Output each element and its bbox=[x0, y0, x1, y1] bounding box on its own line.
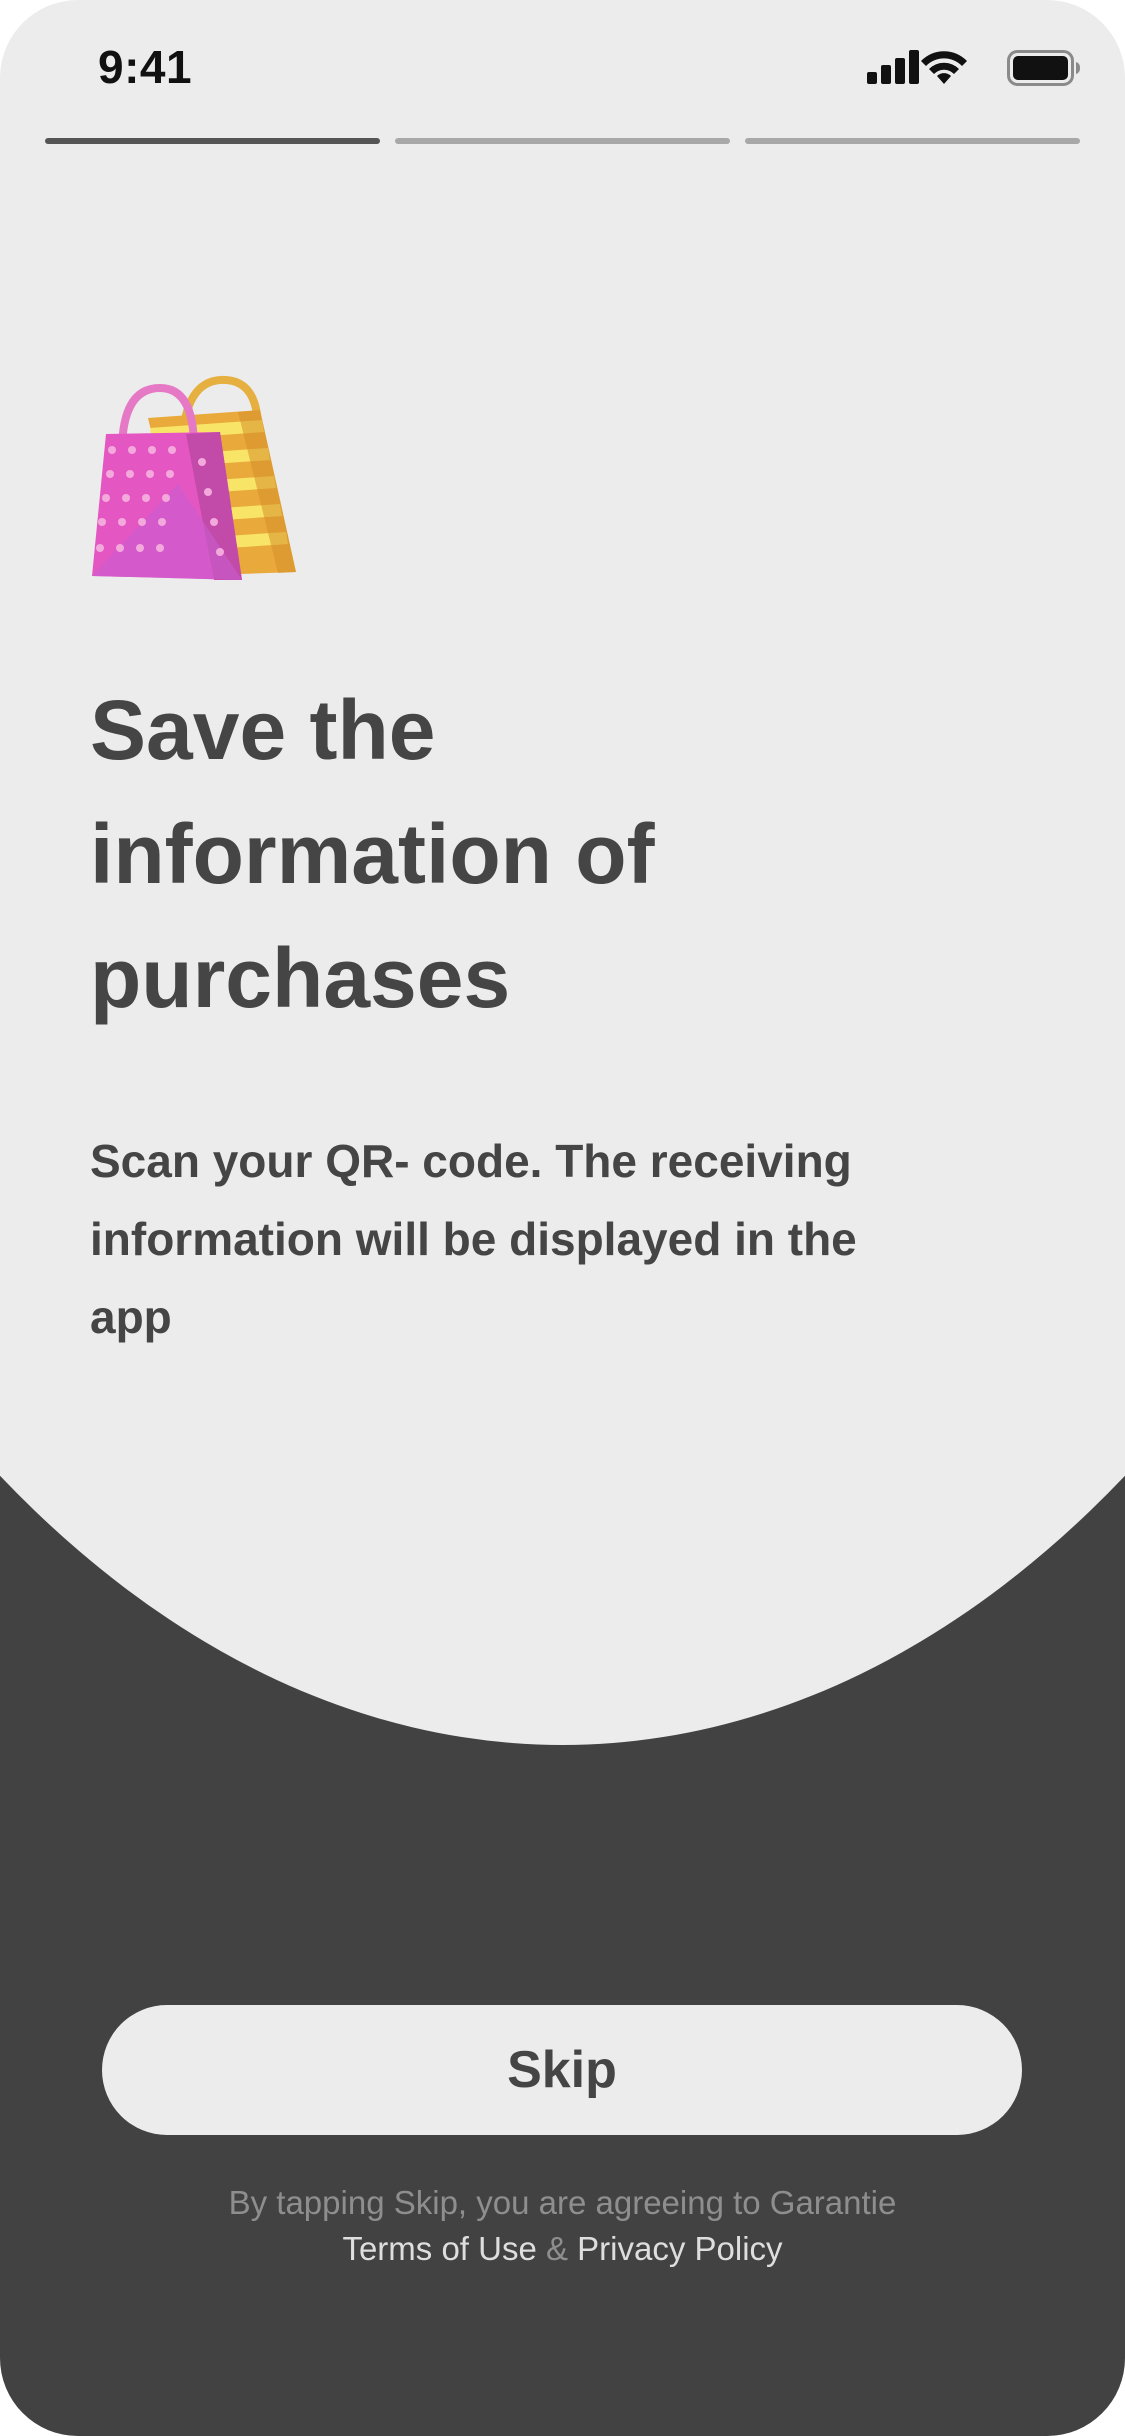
onboarding-progress bbox=[45, 138, 1080, 144]
progress-step-3 bbox=[745, 138, 1080, 144]
legal-links: Terms of Use & Privacy Policy bbox=[0, 2226, 1125, 2272]
wifi-icon bbox=[921, 51, 967, 84]
status-time: 9:41 bbox=[98, 41, 193, 93]
progress-step-2 bbox=[395, 138, 730, 144]
shopping-bags-icon bbox=[88, 372, 300, 584]
battery-icon bbox=[1007, 50, 1080, 86]
terms-of-use-link[interactable]: Terms of Use bbox=[342, 2230, 536, 2267]
status-bar: 9:41 bbox=[0, 0, 1125, 135]
onboarding-screen: 9:41 Save the information of purchases S… bbox=[0, 0, 1125, 2436]
cellular-signal-icon bbox=[867, 50, 919, 84]
legal-notice: By tapping Skip, you are agreeing to Gar… bbox=[0, 2180, 1125, 2272]
onboarding-headline: Save the information of purchases bbox=[90, 683, 655, 1025]
skip-button[interactable]: Skip bbox=[102, 2005, 1022, 2135]
privacy-policy-link[interactable]: Privacy Policy bbox=[577, 2230, 782, 2267]
progress-step-1 bbox=[45, 138, 380, 144]
legal-prefix: By tapping Skip, you are agreeing to Gar… bbox=[228, 2184, 897, 2221]
legal-separator: & bbox=[545, 2230, 568, 2267]
onboarding-description: Scan your QR- code. The receiving inform… bbox=[90, 1135, 857, 1343]
